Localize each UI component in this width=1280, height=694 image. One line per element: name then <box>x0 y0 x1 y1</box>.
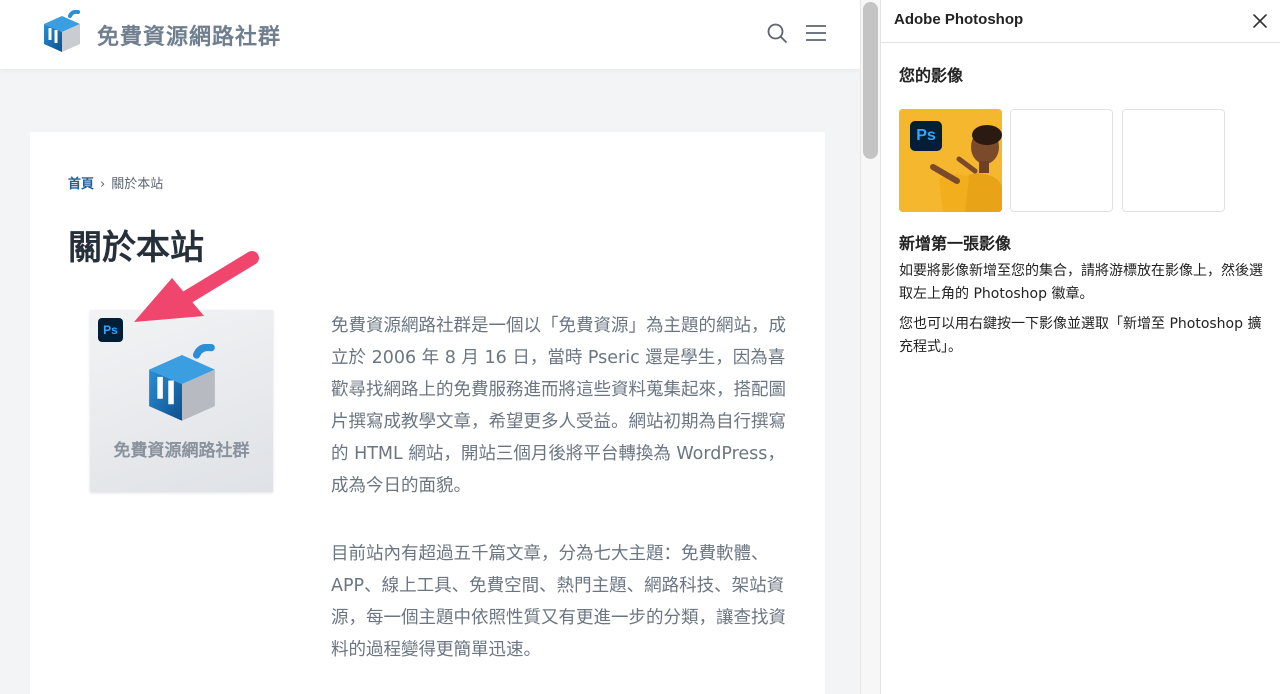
topics-paragraph: 目前站內有超過五千篇文章，分為七大主題：免費軟體、APP、線上工具、免費空間、熱… <box>331 544 786 660</box>
search-icon[interactable] <box>766 22 788 44</box>
breadcrumb-separator: › <box>100 177 106 192</box>
site-logo-graphic <box>149 344 215 421</box>
scrollbar-thumb[interactable] <box>863 2 878 159</box>
photoshop-badge-icon[interactable]: Ps <box>910 121 942 151</box>
image-slot-3[interactable] <box>1122 109 1225 212</box>
site-thumbnail-image[interactable]: Ps 免費資源網路社群 <box>90 310 273 492</box>
site-title[interactable]: 免費資源網路社群 <box>97 19 281 51</box>
site-logo[interactable] <box>38 10 86 56</box>
panel-header: Adobe Photoshop <box>881 0 1280 43</box>
site-header: 免費資源網路社群 <box>0 0 860 69</box>
hamburger-menu-icon[interactable] <box>804 22 828 44</box>
image-slot-2[interactable] <box>1010 109 1113 212</box>
thumbnail-caption: 免費資源網路社群 <box>113 441 250 461</box>
panel-title: Adobe Photoshop <box>894 11 1024 28</box>
breadcrumb: 首頁 › 關於本站 <box>68 173 163 192</box>
instruction-text-2: 您也可以用右鍵按一下影像並選取「新增至 Photoshop 擴充程式」。 <box>899 316 1262 355</box>
add-first-image-heading: 新增第一張影像 <box>899 234 1012 253</box>
image-slot-1[interactable]: Ps <box>899 109 1002 212</box>
intro-paragraph: 免費資源網路社群是一個以「免費資源」為主題的網站，成立於 2006 年 8 月 … <box>331 316 786 496</box>
your-images-heading: 您的影像 <box>899 66 964 85</box>
photoshop-extension-panel: Adobe Photoshop 您的影像 Ps 新增第一張影像 如要將影像新增至… <box>880 0 1280 694</box>
photoshop-badge-icon[interactable]: Ps <box>98 318 123 342</box>
pointer-arrow-icon <box>134 251 259 322</box>
website-viewport: 免費資源網路社群 首頁 › 關於本站 關於本站 Ps 免費資源網路社群 免費資源… <box>0 0 860 694</box>
page-scrollbar[interactable] <box>860 0 880 694</box>
close-icon[interactable] <box>1249 10 1271 32</box>
breadcrumb-current: 關於本站 <box>111 177 164 192</box>
breadcrumb-home-link[interactable]: 首頁 <box>68 177 94 192</box>
instruction-text-1: 如要將影像新增至您的集合，請將游標放在影像上，然後選取左上角的 Photosho… <box>899 263 1263 302</box>
